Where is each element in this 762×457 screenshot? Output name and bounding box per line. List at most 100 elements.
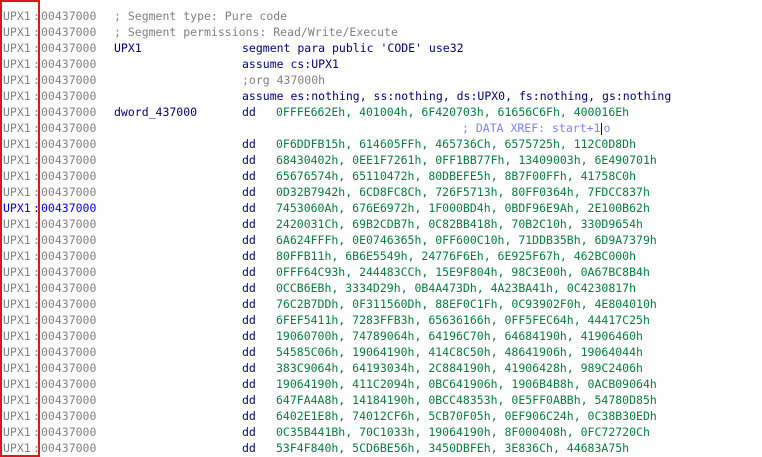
listing-row[interactable]: UPX1 00437000: ; DATA XREF: start+1 o (0, 120, 762, 136)
instruction-operands[interactable]: 2420031Ch, 69B2CDB7h, 0C82BB418h, 70B2C1… (276, 216, 643, 232)
address[interactable]: 00437000 (41, 136, 96, 152)
instruction-mnemonic[interactable]: dd (242, 264, 256, 280)
instruction-mnemonic[interactable]: dd (242, 280, 256, 296)
address[interactable]: 00437000 (41, 152, 96, 168)
instruction-mnemonic[interactable]: dd (242, 344, 256, 360)
address[interactable]: 00437000 (41, 200, 96, 216)
address[interactable]: 00437000 (41, 8, 96, 24)
instruction-mnemonic[interactable]: dd (242, 152, 256, 168)
instruction-mnemonic[interactable]: segment para public 'CODE' use32 (242, 40, 464, 56)
address[interactable]: 00437000 (41, 88, 96, 104)
listing-row[interactable]: UPX1 00437000: dd 65676574h, 65110472h, 80D… (0, 168, 762, 184)
address[interactable]: 00437000 (41, 296, 96, 312)
address[interactable]: 00437000 (41, 392, 96, 408)
instruction-operands[interactable]: 80FFB11h, 6B6E5549h, 24776F6Eh, 6E925F67… (276, 248, 636, 264)
instruction-operands[interactable]: 68430402h, 0EE1F7261h, 0FF1BB77Fh, 13409… (276, 152, 657, 168)
address[interactable]: 00437000 (41, 184, 96, 200)
instruction-operands[interactable]: 6402E1E8h, 74012CF6h, 5CB70F05h, 0EF906C… (276, 408, 657, 424)
address[interactable]: 00437000 (41, 40, 96, 56)
address[interactable]: 00437000 (41, 376, 96, 392)
instruction-operands[interactable]: 0FFF64C93h, 244483CCh, 15E9F804h, 98C3E0… (276, 264, 650, 280)
instruction-mnemonic[interactable]: dd (242, 312, 256, 328)
instruction-operands[interactable]: 53F4F840h, 5CD6BE56h, 3450DBFEh, 3E836Ch… (276, 440, 629, 456)
instruction-operands[interactable]: 383C9064h, 64193034h, 2C884190h, 4190642… (276, 360, 643, 376)
instruction-mnemonic[interactable]: dd (242, 168, 256, 184)
code-label[interactable]: UPX1 (114, 40, 142, 56)
address[interactable]: 00437000 (41, 424, 96, 440)
code-label[interactable]: dword_437000 (114, 104, 197, 120)
instruction-mnemonic[interactable]: dd (242, 232, 256, 248)
instruction-operands[interactable]: 19060700h, 74789064h, 64196C70h, 6468419… (276, 328, 643, 344)
instruction-operands[interactable]: 0D32B7942h, 6CD8FC8Ch, 726F5713h, 80FF03… (276, 184, 650, 200)
address[interactable]: 00437000 (41, 360, 96, 376)
instruction-operands[interactable]: 6A624FFFh, 0E0746365h, 0FF600C10h, 71DDB… (276, 232, 657, 248)
address[interactable]: 00437000 (41, 344, 96, 360)
listing-row[interactable]: UPX1 00437000: dd 68430402h, 0EE1F7261h, 0F… (0, 152, 762, 168)
listing-row[interactable]: UPX1 00437000: dword_437000 dd 0FFFE662Eh, 4… (0, 104, 762, 120)
instruction-mnemonic[interactable]: dd (242, 184, 256, 200)
address[interactable]: 00437000 (41, 408, 96, 424)
address[interactable]: 00437000 (41, 248, 96, 264)
listing-row-selected[interactable]: UPX1 00437000: dd 7453060Ah, 676E6972h, 1F0… (0, 200, 762, 216)
address[interactable]: 00437000 (41, 168, 96, 184)
listing-row[interactable]: UPX1 00437000: dd 6402E1E8h, 74012CF6h, 5CB… (0, 408, 762, 424)
listing-row[interactable]: UPX1 00437000: dd 53F4F840h, 5CD6BE56h, 345… (0, 440, 762, 456)
instruction-mnemonic[interactable]: dd (242, 360, 256, 376)
instruction-mnemonic[interactable]: dd (242, 296, 256, 312)
address[interactable]: 00437000 (41, 264, 96, 280)
address[interactable]: 00437000 (41, 24, 96, 40)
instruction-mnemonic[interactable]: dd (242, 104, 256, 120)
address[interactable]: 00437000 (41, 312, 96, 328)
address[interactable]: 00437000 (41, 72, 96, 88)
listing-row[interactable]: UPX1 00437000: dd 0CCB6EBh, 3334D29h, 0B4A4… (0, 280, 762, 296)
instruction-operands[interactable]: 7453060Ah, 676E6972h, 1F000BD4h, 0BDF96E… (276, 200, 650, 216)
address[interactable]: 00437000 (41, 216, 96, 232)
listing-row[interactable]: UPX1 00437000: ; Segment type: Pure code (0, 8, 762, 24)
listing-row[interactable]: UPX1 00437000: assume es:nothing, ss:nothi… (0, 88, 762, 104)
instruction-operands[interactable]: 647FA4A8h, 14184190h, 0BCC48353h, 0E5FF0… (276, 392, 657, 408)
instruction-mnemonic[interactable]: assume es:nothing, ss:nothing, ds:UPX0, … (242, 88, 671, 104)
address[interactable]: 00437000 (41, 328, 96, 344)
address[interactable]: 00437000 (41, 280, 96, 296)
listing-row[interactable]: UPX1 00437000: ; Segment permissions: Read… (0, 24, 762, 40)
listing-row[interactable]: UPX1 00437000: dd 0FFF64C93h, 244483CCh, 15… (0, 264, 762, 280)
instruction-mnemonic[interactable]: assume cs:UPX1 (242, 56, 339, 72)
address[interactable]: 00437000 (41, 56, 96, 72)
instruction-mnemonic[interactable]: dd (242, 440, 256, 456)
listing-row[interactable]: UPX1 00437000: ;org 437000h (0, 72, 762, 88)
address[interactable]: 00437000 (41, 120, 96, 136)
listing-row[interactable]: UPX1 00437000: dd 647FA4A8h, 14184190h, 0BC… (0, 392, 762, 408)
address[interactable]: 00437000 (41, 232, 96, 248)
instruction-mnemonic[interactable]: dd (242, 216, 256, 232)
listing-row[interactable]: UPX1 00437000: dd 0F6DDFB15h, 614605FFh, 46… (0, 136, 762, 152)
instruction-mnemonic[interactable]: dd (242, 424, 256, 440)
instruction-operands[interactable]: 19064190h, 411C2094h, 0BC641906h, 1906B4… (276, 376, 657, 392)
listing-row[interactable]: UPX1 00437000: dd 19060700h, 74789064h, 641… (0, 328, 762, 344)
instruction-mnemonic[interactable]: dd (242, 328, 256, 344)
listing-row[interactable]: UPX1 00437000: dd 6A624FFFh, 0E0746365h, 0F… (0, 232, 762, 248)
data-xref-comment[interactable]: ; DATA XREF: start+1 o (462, 120, 610, 136)
listing-row[interactable]: UPX1 00437000: dd 76C2B7DDh, 0F311560Dh, 88… (0, 296, 762, 312)
instruction-operands[interactable]: 0CCB6EBh, 3334D29h, 0B4A473Dh, 4A23BA41h… (276, 280, 636, 296)
instruction-mnemonic[interactable]: dd (242, 376, 256, 392)
address[interactable]: 00437000 (41, 104, 96, 120)
instruction-operands[interactable]: 6FEF5411h, 7283FFB3h, 65636166h, 0FF5FEC… (276, 312, 650, 328)
instruction-operands[interactable]: 0F6DDFB15h, 614605FFh, 465736Ch, 6575725… (276, 136, 636, 152)
listing-row[interactable]: UPX1 00437000: dd 383C9064h, 64193034h, 2C8… (0, 360, 762, 376)
instruction-mnemonic[interactable]: dd (242, 248, 256, 264)
listing-row[interactable]: UPX1 00437000: dd 54585C06h, 19064190h, 414… (0, 344, 762, 360)
instruction-mnemonic[interactable]: dd (242, 392, 256, 408)
listing-row[interactable]: UPX1 00437000: dd 2420031Ch, 69B2CDB7h, 0C8… (0, 216, 762, 232)
listing-row[interactable]: UPX1 00437000: dd 19064190h, 411C2094h, 0BC… (0, 376, 762, 392)
instruction-mnemonic[interactable]: dd (242, 200, 256, 216)
instruction-operands[interactable]: 65676574h, 65110472h, 80DBEFE5h, 8B7F00F… (276, 168, 636, 184)
listing-row[interactable]: UPX1 00437000: dd 0C35B441Bh, 70C1033h, 190… (0, 424, 762, 440)
instruction-operands[interactable]: 54585C06h, 19064190h, 414C8C50h, 4864190… (276, 344, 643, 360)
instruction-mnemonic[interactable]: dd (242, 408, 256, 424)
listing-row[interactable]: UPX1 00437000: UPX1 segment para public 'CO… (0, 40, 762, 56)
instruction-operands[interactable]: 76C2B7DDh, 0F311560Dh, 88EF0C1Fh, 0C9390… (276, 296, 657, 312)
listing-row[interactable]: UPX1 00437000: dd 0D32B7942h, 6CD8FC8Ch, 72… (0, 184, 762, 200)
listing-row[interactable]: UPX1 00437000: dd 80FFB11h, 6B6E5549h, 2477… (0, 248, 762, 264)
instruction-mnemonic[interactable]: dd (242, 136, 256, 152)
instruction-operands[interactable]: 0FFFE662Eh, 401004h, 6F420703h, 61656C6F… (276, 104, 629, 120)
